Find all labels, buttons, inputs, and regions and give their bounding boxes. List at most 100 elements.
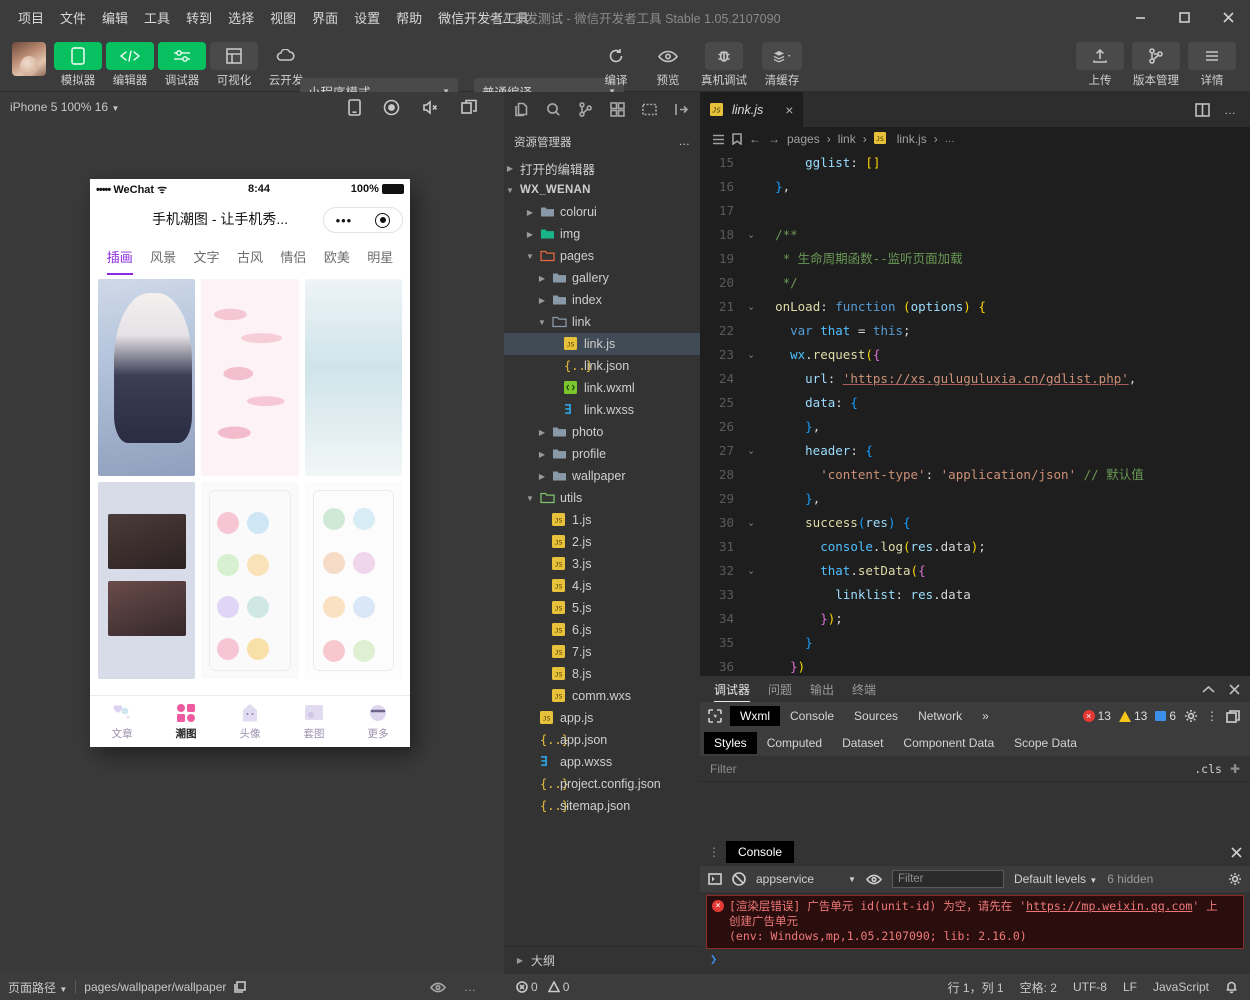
console-levels-select[interactable]: Default levels ▼ [1014, 872, 1097, 886]
style-tab-1[interactable]: Computed [757, 732, 832, 754]
devtools-tab-3[interactable]: Network [908, 706, 972, 726]
add-rule-icon[interactable]: ✚ [1230, 762, 1240, 776]
eol-setting[interactable]: LF [1123, 980, 1137, 994]
tree-file-7.js[interactable]: JS 7.js [504, 641, 700, 663]
menu-item-6[interactable]: 视图 [262, 4, 304, 31]
status-bar-diagnostics[interactable]: 0 0 [516, 980, 569, 994]
menu-item-5[interactable]: 选择 [220, 4, 262, 31]
dock-icon[interactable] [1226, 709, 1240, 723]
fold-toggle[interactable] [742, 199, 760, 223]
info-badge[interactable]: 6 [1155, 709, 1176, 723]
close-icon[interactable] [1229, 683, 1240, 695]
toolbar-button-preview[interactable]: 预览 [644, 42, 692, 88]
category-tab-3[interactable]: 古风 [228, 247, 271, 266]
page-path-selector[interactable]: 页面路径 ▼ [8, 979, 67, 996]
fold-toggle[interactable] [742, 487, 760, 511]
more-icon[interactable]: … [679, 136, 691, 148]
category-tab-6[interactable]: 明星 [359, 247, 402, 266]
tree-file-app.js[interactable]: JS app.js [504, 707, 700, 729]
indent-setting[interactable]: 空格: 2 [1020, 979, 1057, 996]
tree-file-8.js[interactable]: JS 8.js [504, 663, 700, 685]
debugger-panel-tab-3[interactable]: 终端 [852, 676, 876, 702]
collapse-icon[interactable] [1202, 685, 1215, 694]
kebab-menu-icon[interactable]: ⋮ [1206, 710, 1218, 722]
copy-icon[interactable] [234, 981, 247, 993]
fold-toggle[interactable]: ⌄ [742, 511, 760, 535]
menu-item-8[interactable]: 设置 [346, 4, 388, 31]
fold-toggle[interactable]: ⌄ [742, 295, 760, 319]
cursor-position[interactable]: 行 1，列 1 [948, 979, 1004, 996]
menu-item-3[interactable]: 工具 [136, 4, 178, 31]
tree-file-6.js[interactable]: JS 6.js [504, 619, 700, 641]
tree-file-link.wxss[interactable]: Ǝlink.wxss [504, 399, 700, 421]
grid-item[interactable] [201, 279, 299, 476]
devtools-tab-1[interactable]: Console [780, 706, 844, 726]
live-expression-icon[interactable] [865, 874, 882, 885]
devtools-tab-2[interactable]: Sources [844, 706, 908, 726]
tree-folder-wallpaper[interactable]: ▶ wallpaper [504, 465, 700, 487]
search-icon[interactable] [546, 102, 561, 117]
toolbar-button-clear-cache[interactable]: 清缓存 [756, 42, 808, 88]
menu-item-9[interactable]: 帮助 [388, 4, 430, 31]
outline-section[interactable]: ▶ 大纲 [504, 946, 700, 974]
category-tab-5[interactable]: 欧美 [315, 247, 358, 266]
debugger-panel-tab-1[interactable]: 问题 [768, 676, 792, 702]
error-badge[interactable]: × 13 [1082, 709, 1111, 723]
style-tab-2[interactable]: Dataset [832, 732, 893, 754]
console-filter-input[interactable]: Filter [891, 870, 1004, 888]
import-icon[interactable] [674, 102, 689, 117]
tree-folder-index[interactable]: ▶ index [504, 289, 700, 311]
encoding-setting[interactable]: UTF-8 [1073, 980, 1107, 994]
bell-icon[interactable] [1225, 980, 1238, 994]
menu-item-1[interactable]: 文件 [52, 4, 94, 31]
more-actions-icon[interactable]: … [1224, 103, 1236, 117]
grid-item[interactable] [304, 279, 402, 476]
console-error-message[interactable]: × [渲染层错误] 广告单元 id(unit-id) 为空，请先在 'https… [706, 895, 1244, 949]
mute-icon[interactable] [422, 99, 439, 115]
styles-filter-input[interactable]: Filter [710, 762, 737, 776]
grid-item[interactable] [98, 482, 196, 679]
tree-file-project.config.json[interactable]: {..} project.config.json [504, 773, 700, 795]
capsule-close-icon[interactable] [375, 212, 391, 228]
toolbar-button-version[interactable]: 版本管理 [1128, 42, 1184, 88]
tree-file-2.js[interactable]: JS 2.js [504, 531, 700, 553]
more-icon[interactable]: … [464, 980, 476, 994]
fold-toggle[interactable] [742, 655, 760, 676]
fold-toggle[interactable] [742, 607, 760, 631]
maximize-button[interactable] [1162, 0, 1206, 34]
fold-toggle[interactable] [742, 175, 760, 199]
fold-toggle[interactable]: ⌄ [742, 223, 760, 247]
category-tab-2[interactable]: 文字 [185, 247, 228, 266]
tree-folder-utils[interactable]: ▼ utils [504, 487, 700, 509]
tree-folder-photo[interactable]: ▶ photo [504, 421, 700, 443]
bookmark-icon[interactable] [732, 133, 742, 145]
category-tab-0[interactable]: 插画 [98, 247, 141, 266]
avatar[interactable] [12, 42, 46, 76]
cloud-fn-icon[interactable] [642, 102, 657, 117]
status-error-count[interactable]: 0 [516, 980, 538, 994]
fold-toggle[interactable] [742, 631, 760, 655]
category-tab-4[interactable]: 情侣 [272, 247, 315, 266]
eye-icon[interactable] [430, 982, 446, 993]
record-icon[interactable] [383, 99, 400, 116]
toolbar-button-editor[interactable]: 编辑器 [106, 42, 154, 88]
grid-item[interactable] [304, 482, 402, 679]
device-rotate-icon[interactable] [348, 98, 361, 116]
warning-badge[interactable]: 13 [1118, 709, 1147, 723]
console-error-link[interactable]: https://mp.weixin.qq.com [1026, 899, 1192, 913]
forward-icon[interactable]: → [768, 132, 780, 146]
fold-toggle[interactable] [742, 151, 760, 175]
editor-tab-linkjs[interactable]: JS link.js × [700, 92, 804, 127]
style-tab-3[interactable]: Component Data [893, 732, 1004, 754]
fold-toggle[interactable] [742, 415, 760, 439]
fold-toggle[interactable]: ⌄ [742, 559, 760, 583]
menu-item-4[interactable]: 转到 [178, 4, 220, 31]
toolbar-button-remote-debug[interactable]: 真机调试 [696, 42, 752, 88]
toolbar-button-details[interactable]: 详情 [1188, 42, 1236, 88]
tree-folder-pages[interactable]: ▼ pages [504, 245, 700, 267]
settings-gear-icon[interactable] [1184, 709, 1198, 723]
fold-toggle[interactable] [742, 247, 760, 271]
devtools-tab-0[interactable]: Wxml [730, 706, 780, 726]
console-context-select[interactable]: appservice ▼ [756, 872, 856, 886]
fold-toggle[interactable] [742, 583, 760, 607]
